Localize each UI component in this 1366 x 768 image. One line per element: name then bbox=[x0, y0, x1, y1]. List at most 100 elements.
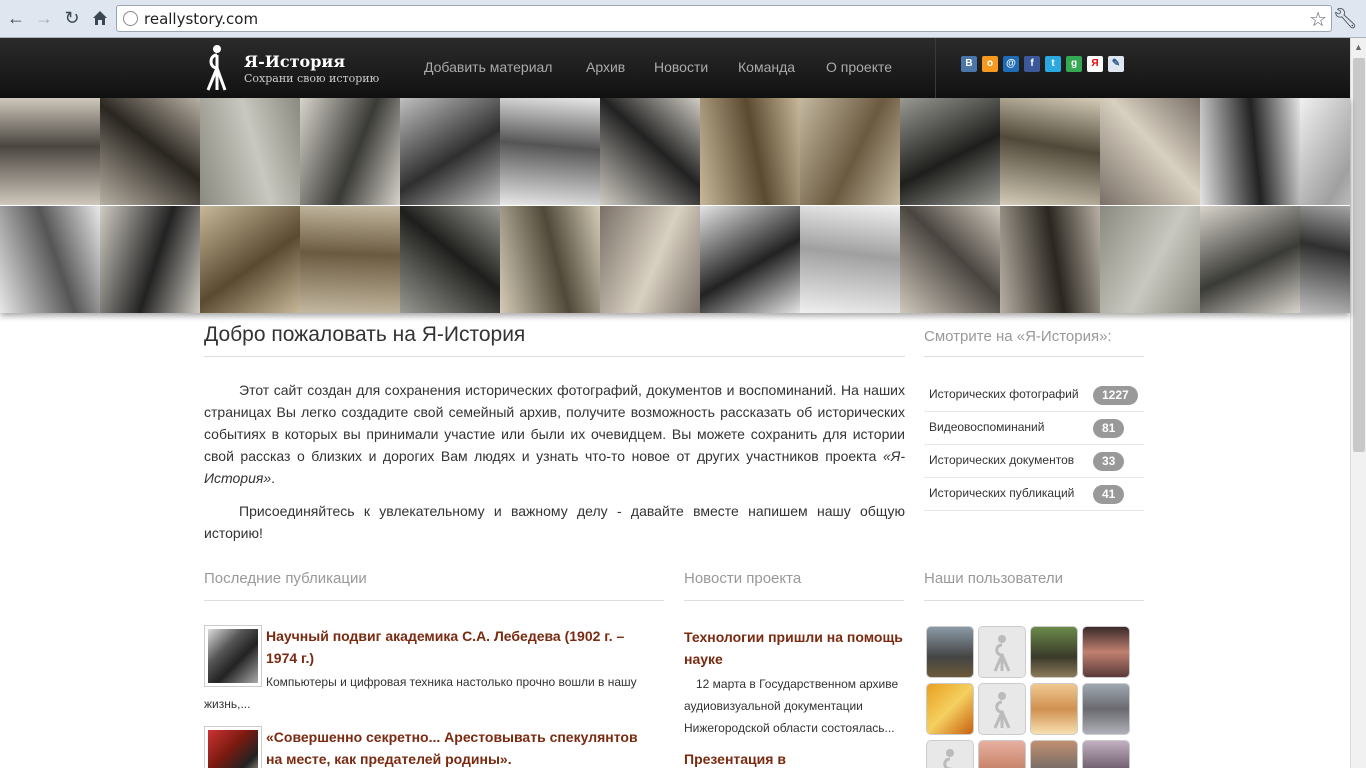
archive-photo[interactable] bbox=[200, 98, 300, 205]
stat-documents[interactable]: Исторических документов 33 bbox=[924, 445, 1144, 478]
publications-title: Последние публикации bbox=[204, 570, 367, 587]
user-avatar[interactable] bbox=[1082, 683, 1130, 735]
default-avatar-icon bbox=[943, 749, 954, 768]
user-avatar[interactable] bbox=[926, 626, 974, 678]
user-avatar[interactable] bbox=[1030, 683, 1078, 735]
nav-archive[interactable]: Архив bbox=[586, 59, 625, 75]
news-item-title[interactable]: Технологии пришли на помощь науке bbox=[684, 626, 904, 670]
count-badge: 81 bbox=[1093, 419, 1125, 438]
intro-text: Этот сайт создан для сохранения историче… bbox=[204, 379, 905, 555]
archive-photo[interactable] bbox=[300, 206, 400, 313]
home-button[interactable] bbox=[88, 6, 112, 30]
wrench-icon[interactable]: 🔧︎ bbox=[1333, 6, 1358, 31]
archive-photo[interactable] bbox=[300, 98, 400, 205]
nav-add-material[interactable]: Добавить материал bbox=[424, 59, 552, 75]
archive-photo[interactable] bbox=[100, 98, 200, 205]
logo-icon[interactable] bbox=[203, 44, 231, 92]
news-title: Новости проекта bbox=[684, 570, 802, 587]
archive-photo[interactable] bbox=[1200, 98, 1300, 205]
archive-photo[interactable] bbox=[500, 206, 600, 313]
stat-publications[interactable]: Исторических публикаций 41 bbox=[924, 478, 1144, 511]
nav-about[interactable]: О проекте bbox=[826, 59, 892, 75]
user-avatar[interactable] bbox=[1030, 626, 1078, 678]
nav-news[interactable]: Новости bbox=[654, 59, 708, 75]
news-item-text: 12 марта в Государственном архиве аудиов… bbox=[684, 677, 899, 735]
divider bbox=[204, 356, 905, 357]
user-avatar[interactable] bbox=[978, 683, 1026, 735]
archive-photo[interactable] bbox=[1200, 206, 1300, 313]
publication-thumbnail[interactable] bbox=[204, 625, 262, 687]
stat-videos[interactable]: Видеовоспоминаний 81 bbox=[924, 412, 1144, 445]
reload-button[interactable]: ↻ bbox=[60, 6, 84, 30]
vkontakte-icon[interactable]: В bbox=[961, 56, 977, 72]
archive-photo[interactable] bbox=[600, 206, 700, 313]
twitter-icon[interactable]: t bbox=[1045, 56, 1061, 72]
default-avatar-icon bbox=[993, 692, 1011, 729]
archive-photo[interactable] bbox=[600, 98, 700, 205]
google-icon[interactable]: g bbox=[1066, 56, 1082, 72]
count-badge: 33 bbox=[1093, 452, 1125, 471]
mailru-icon[interactable]: @ bbox=[1003, 56, 1019, 72]
user-avatar[interactable] bbox=[1082, 740, 1130, 768]
user-avatar[interactable] bbox=[926, 740, 974, 768]
user-avatar[interactable] bbox=[926, 683, 974, 735]
publication-title[interactable]: Научный подвиг академика С.А. Лебедева (… bbox=[266, 625, 656, 669]
user-avatar[interactable] bbox=[1030, 740, 1078, 768]
archive-photo[interactable] bbox=[800, 206, 900, 313]
archive-photo[interactable] bbox=[700, 206, 800, 313]
news-item-title[interactable]: Презентация в bbox=[684, 748, 904, 768]
home-icon bbox=[93, 11, 107, 25]
site-header: Я-История Сохрани свою историю Добавить … bbox=[0, 38, 1350, 98]
url-text[interactable]: reallystory.com bbox=[144, 10, 258, 28]
archive-photo[interactable] bbox=[400, 98, 500, 205]
archive-photo[interactable] bbox=[800, 98, 900, 205]
page-scrollbar[interactable]: ▲ bbox=[1350, 38, 1366, 768]
archive-photo[interactable] bbox=[0, 98, 100, 205]
stat-label: Исторических фотографий bbox=[929, 387, 1079, 401]
archive-photo[interactable] bbox=[200, 206, 300, 313]
archive-photo[interactable] bbox=[1000, 206, 1100, 313]
count-badge: 1227 bbox=[1093, 386, 1138, 405]
default-avatar-icon bbox=[993, 635, 1011, 672]
archive-photo[interactable] bbox=[0, 206, 100, 313]
divider bbox=[684, 600, 904, 601]
publication-thumbnail[interactable] bbox=[204, 726, 262, 768]
publication-title[interactable]: «Совершенно секретно... Арестовывать спе… bbox=[266, 726, 656, 768]
header-divider bbox=[935, 38, 936, 98]
users-title: Наши пользователи bbox=[924, 570, 1063, 587]
sidebar-title: Смотрите на «Я-История»: bbox=[924, 328, 1112, 345]
nav-team[interactable]: Команда bbox=[738, 59, 795, 75]
archive-photo[interactable] bbox=[1000, 98, 1100, 205]
archive-photo[interactable] bbox=[1100, 206, 1200, 313]
user-avatar[interactable] bbox=[978, 626, 1026, 678]
address-bar[interactable]: reallystory.com ☆ bbox=[116, 5, 1332, 32]
arrow-right-icon: → bbox=[35, 8, 53, 28]
brand-title[interactable]: Я-История bbox=[244, 52, 345, 71]
divider bbox=[924, 600, 1144, 601]
archive-photo[interactable] bbox=[400, 206, 500, 313]
browser-toolbar: ← → ↻ reallystory.com ☆ 🔧︎ bbox=[0, 0, 1366, 38]
odnoklassniki-icon[interactable]: о bbox=[982, 56, 998, 72]
forward-button[interactable]: → bbox=[32, 6, 56, 30]
yandex-icon[interactable]: Я bbox=[1087, 56, 1103, 72]
archive-photo[interactable] bbox=[100, 206, 200, 313]
archive-photo[interactable] bbox=[1300, 206, 1350, 313]
stat-label: Видеовоспоминаний bbox=[929, 420, 1045, 434]
user-avatar[interactable] bbox=[1082, 626, 1130, 678]
star-icon[interactable]: ☆ bbox=[1309, 7, 1327, 32]
globe-icon bbox=[123, 11, 138, 26]
facebook-icon[interactable]: f bbox=[1024, 56, 1040, 72]
stat-photos[interactable]: Исторических фотографий 1227 bbox=[924, 379, 1144, 412]
stat-label: Исторических документов bbox=[929, 453, 1075, 467]
archive-photo[interactable] bbox=[1100, 98, 1200, 205]
scroll-thumb[interactable] bbox=[1353, 58, 1365, 452]
archive-photo[interactable] bbox=[500, 98, 600, 205]
back-button[interactable]: ← bbox=[4, 6, 28, 30]
livejournal-icon[interactable]: ✎ bbox=[1108, 56, 1124, 72]
archive-photo[interactable] bbox=[700, 98, 800, 205]
archive-photo[interactable] bbox=[900, 206, 1000, 313]
user-avatar[interactable] bbox=[978, 740, 1026, 768]
scroll-up-icon[interactable]: ▲ bbox=[1354, 42, 1363, 52]
archive-photo[interactable] bbox=[900, 98, 1000, 205]
archive-photo[interactable] bbox=[1300, 98, 1350, 205]
